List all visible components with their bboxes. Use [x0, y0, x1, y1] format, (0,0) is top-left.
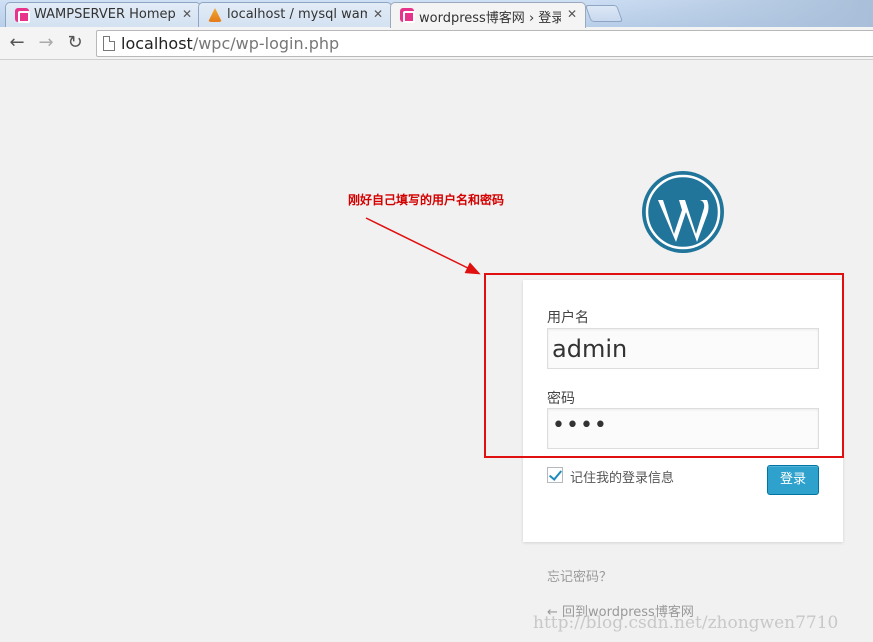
browser-toolbar: ← → ↻ localhost/wpc/wp-login.php — [0, 27, 873, 60]
tab-wampserver[interactable]: WAMPSERVER Homepa ✕ — [5, 2, 201, 27]
reload-icon[interactable]: ↻ — [64, 32, 86, 54]
tab-title: localhost / mysql wamp — [227, 7, 367, 22]
wampserver-icon — [400, 8, 415, 23]
close-icon[interactable]: ✕ — [373, 7, 383, 21]
annotation-arrow — [365, 217, 481, 275]
tab-strip: WAMPSERVER Homepa ✕ localhost / mysql wa… — [0, 0, 873, 28]
back-arrow-icon[interactable]: ← — [6, 32, 28, 54]
new-tab-button[interactable] — [584, 5, 624, 22]
lost-password-link[interactable]: 忘记密码？ — [547, 566, 612, 585]
watermark: http://blog.csdn.net/zhongwen7710 — [533, 613, 839, 633]
tab-title: WAMPSERVER Homepa — [34, 7, 176, 22]
page-icon — [103, 36, 115, 51]
forward-arrow-icon[interactable]: → — [35, 32, 57, 54]
highlight-box — [484, 273, 844, 458]
tab-wordpress-login[interactable]: wordpress博客网 › 登录 ✕ — [390, 2, 586, 28]
remember-me-checkbox[interactable] — [547, 467, 563, 483]
login-button[interactable]: 登录 — [767, 465, 819, 495]
wampserver-icon — [15, 8, 30, 23]
remember-me-label[interactable]: 记住我的登录信息 — [570, 467, 674, 486]
address-bar[interactable]: localhost/wpc/wp-login.php — [96, 30, 873, 57]
phpmyadmin-icon — [208, 8, 222, 22]
tab-phpmyadmin[interactable]: localhost / mysql wamp ✕ — [198, 2, 392, 27]
annotation-text: 刚好自己填写的用户名和密码 — [348, 193, 505, 207]
url-text: localhost/wpc/wp-login.php — [121, 34, 340, 53]
tab-title: wordpress博客网 › 登录 — [419, 11, 561, 26]
wordpress-logo-icon[interactable] — [641, 170, 725, 254]
close-icon[interactable]: ✕ — [567, 7, 577, 21]
close-icon[interactable]: ✕ — [182, 7, 192, 21]
